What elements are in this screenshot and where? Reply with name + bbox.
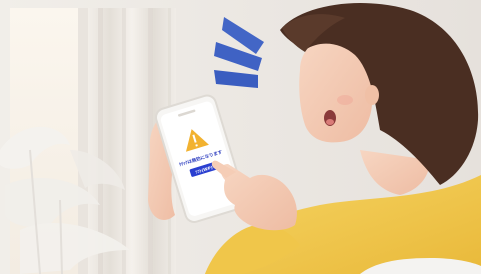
ear	[365, 85, 379, 105]
cheek	[337, 95, 353, 105]
tongue	[326, 119, 334, 125]
illustration-scene: ｸﾘｯｸは無効になります ｿﾌﾄ(WP)	[0, 0, 481, 274]
